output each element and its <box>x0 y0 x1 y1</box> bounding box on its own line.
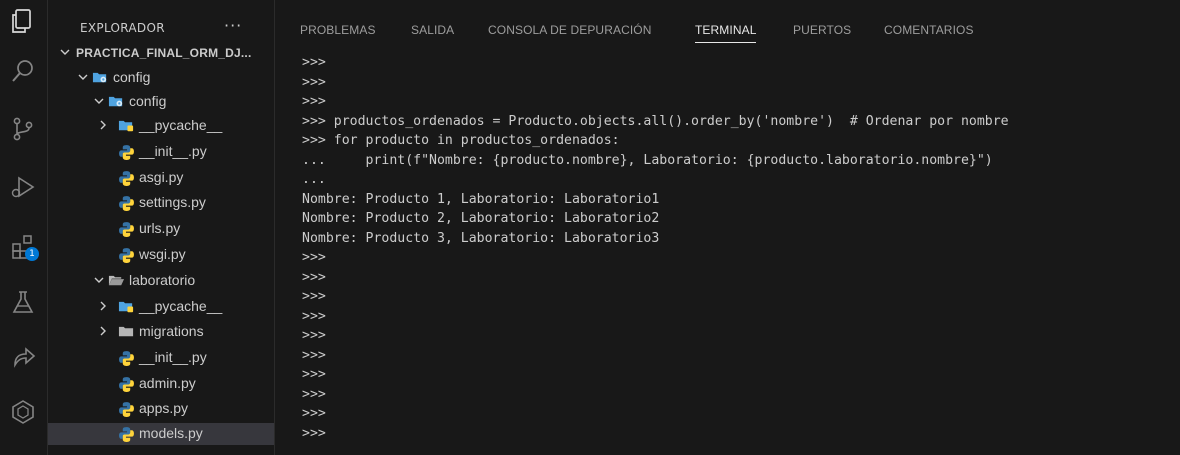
tab-problemas[interactable]: PROBLEMAS <box>300 23 376 37</box>
folder-open-icon <box>108 273 125 289</box>
explorer-header: EXPLORADOR ··· <box>48 0 274 48</box>
search-icon[interactable] <box>6 54 40 88</box>
chevron-right-icon[interactable] <box>96 324 110 338</box>
chevron-down-icon[interactable] <box>92 273 106 287</box>
tree-item-label: urls.py <box>139 220 181 236</box>
tree-item-label: settings.py <box>139 194 206 210</box>
extensions-icon[interactable]: 1 <box>6 229 40 263</box>
testing-icon[interactable] <box>6 285 40 319</box>
tree-file[interactable]: __init__.py <box>48 347 274 369</box>
tree-folder[interactable]: laboratorio <box>48 270 274 292</box>
tab-consola-de-depuraci-n[interactable]: CONSOLA DE DEPURACIÓN <box>488 23 651 37</box>
tab-puertos[interactable]: PUERTOS <box>793 23 851 37</box>
tree-folder[interactable]: config <box>48 67 274 89</box>
remote-explorer-icon[interactable] <box>6 395 40 429</box>
chevron-down-icon[interactable] <box>76 70 90 84</box>
tree-file[interactable]: models.py <box>48 423 274 445</box>
terminal-line: >>> <box>302 250 326 265</box>
python-file-icon <box>118 426 135 442</box>
terminal-line: >>> <box>302 308 326 324</box>
terminal-line: Nombre: Producto 1, Laboratorio: Laborat… <box>302 191 660 207</box>
tree-file[interactable]: __init__.py <box>48 141 274 163</box>
folder-icon <box>118 324 135 340</box>
tree-item-label: models.py <box>139 425 203 441</box>
tree-folder[interactable]: migrations <box>48 321 274 343</box>
tree-file[interactable]: wsgi.py <box>48 244 274 266</box>
terminal-line: Nombre: Producto 3, Laboratorio: Laborat… <box>302 230 660 246</box>
tree-item-label: laboratorio <box>129 272 196 288</box>
tree-folder[interactable]: __pycache__ <box>48 115 274 137</box>
explorer-icon[interactable] <box>6 4 40 38</box>
terminal-line: >>> <box>302 367 326 382</box>
tree-folder[interactable]: config <box>48 91 274 113</box>
folder-config-icon <box>92 70 109 86</box>
folder-pycache-icon <box>118 118 135 134</box>
tree-item-label: config <box>113 69 151 85</box>
live-share-icon[interactable] <box>6 340 40 374</box>
python-file-icon <box>118 170 135 186</box>
tree-item-label: admin.py <box>139 375 196 391</box>
terminal-line: ... print(f"Nombre: {producto.nombre}, L… <box>302 152 993 168</box>
tree-root-folder[interactable]: PRACTICA_FINAL_ORM_DJ... <box>48 42 274 64</box>
tree-item-label: asgi.py <box>139 169 184 185</box>
folder-pycache-icon <box>118 299 135 315</box>
terminal-line: >>> <box>302 55 326 70</box>
tree-item-label: __init__.py <box>139 349 207 365</box>
terminal-line: Nombre: Producto 2, Laboratorio: Laborat… <box>302 211 660 226</box>
tree-item-label: config <box>129 93 167 109</box>
tab-terminal[interactable]: TERMINAL <box>695 23 757 43</box>
extensions-badge: 1 <box>25 247 39 261</box>
python-file-icon <box>118 144 135 160</box>
tree-file[interactable]: apps.py <box>48 398 274 420</box>
run-debug-icon[interactable] <box>6 170 40 204</box>
chevron-down-icon[interactable] <box>92 94 106 108</box>
tree-file[interactable]: admin.py <box>48 373 274 395</box>
tree-item-label: __init__.py <box>139 143 207 159</box>
tree-file[interactable]: urls.py <box>48 218 274 240</box>
terminal-line: >>> <box>302 406 326 421</box>
chevron-right-icon[interactable] <box>96 118 110 132</box>
tree-item-label: migrations <box>139 323 204 339</box>
terminal-line: >>> <box>302 386 326 402</box>
tree-item-label: apps.py <box>139 400 189 416</box>
tree-file[interactable]: asgi.py <box>48 167 274 189</box>
source-control-icon[interactable] <box>6 112 40 146</box>
terminal-line: >>> <box>302 269 326 285</box>
tree-folder[interactable]: __pycache__ <box>48 296 274 318</box>
explorer-more-actions-button[interactable]: ··· <box>224 16 242 35</box>
python-file-icon <box>118 401 135 417</box>
terminal-line: >>> <box>302 328 326 343</box>
terminal-line: >>> <box>302 94 326 109</box>
bottom-panel: PROBLEMAS SALIDA CONSOLA DE DEPURACIÓN TERM… <box>275 0 1180 455</box>
terminal-line: ... <box>302 172 326 187</box>
explorer-sidebar: EXPLORADOR ··· PRACTICA_FINAL_ORM_DJ...c… <box>48 0 275 455</box>
terminal-line: >>> <box>302 74 326 90</box>
tree-item-label: PRACTICA_FINAL_ORM_DJ... <box>76 46 252 60</box>
tree-item-label: __pycache__ <box>139 117 223 133</box>
python-file-icon <box>118 221 135 237</box>
terminal-line: >>> for producto in productos_ordenados: <box>302 133 620 148</box>
explorer-title: EXPLORADOR <box>80 21 165 35</box>
python-file-icon <box>118 247 135 263</box>
terminal-line: >>> <box>302 289 326 304</box>
tree-item-label: __pycache__ <box>139 298 223 314</box>
folder-config-icon <box>108 94 125 110</box>
python-file-icon <box>118 376 135 392</box>
terminal-output[interactable]: >>> >>> >>> >>> productos_ordenados = Produ… <box>302 53 1180 455</box>
terminal-line: >>> <box>302 347 326 363</box>
tree-item-label: wsgi.py <box>139 246 186 262</box>
tab-comentarios[interactable]: COMENTARIOS <box>884 23 974 37</box>
panel-tabs: PROBLEMAS SALIDA CONSOLA DE DEPURACIÓN TERM… <box>275 0 1180 48</box>
python-file-icon <box>118 195 135 211</box>
activity-bar: 1 <box>0 0 48 455</box>
terminal-line: >>> productos_ordenados = Producto.objec… <box>302 113 1009 129</box>
chevron-down-icon[interactable] <box>58 45 72 59</box>
chevron-right-icon[interactable] <box>96 299 110 313</box>
tree-file[interactable]: settings.py <box>48 192 274 214</box>
tab-salida[interactable]: SALIDA <box>411 23 454 37</box>
python-file-icon <box>118 350 135 366</box>
terminal-line: >>> <box>302 425 326 441</box>
